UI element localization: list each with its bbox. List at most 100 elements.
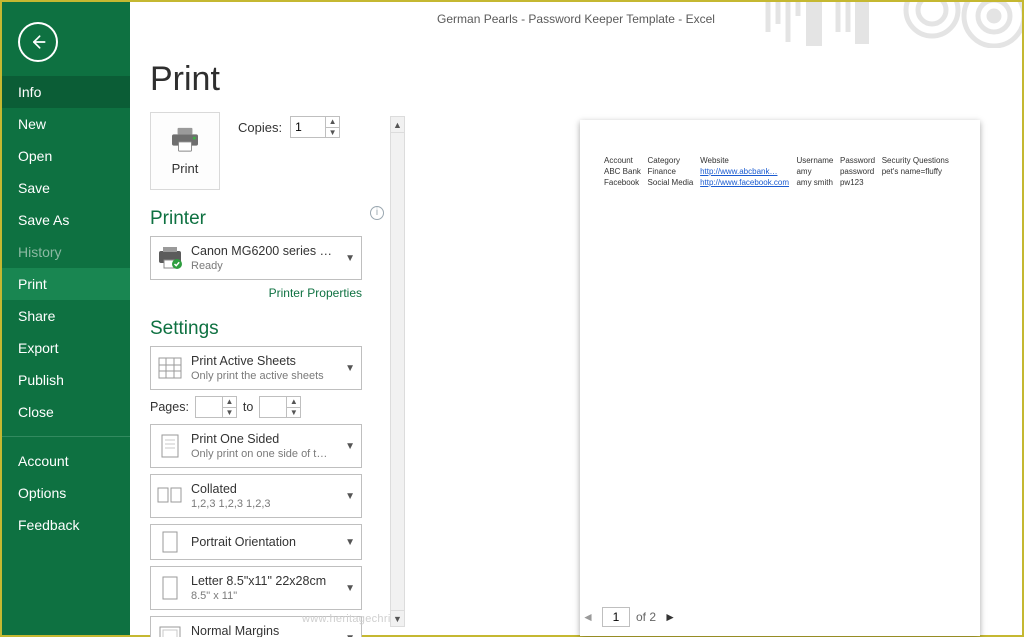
copies-up-icon[interactable]: ▲: [326, 117, 339, 128]
spin-up-icon[interactable]: ▲: [223, 397, 236, 408]
decorative-header-graphic: [762, 2, 1022, 48]
printer-dropdown[interactable]: Canon MG6200 series Printer Ready ▼: [150, 236, 362, 280]
sidebar-item-feedback[interactable]: Feedback: [2, 509, 130, 541]
page-navigator: ◄ of 2 ►: [580, 607, 678, 627]
setting-paper-title: Letter 8.5"x11" 22x28cm: [191, 574, 333, 589]
setting-collate-dropdown[interactable]: Collated 1,2,3 1,2,3 1,2,3 ▼: [150, 474, 362, 518]
table-row: ABC Bank Finance http://www.abcbank… amy…: [604, 167, 956, 178]
printer-properties-link[interactable]: Printer Properties: [150, 286, 362, 300]
col-account: Account: [604, 156, 648, 167]
sidebar-separator: [2, 436, 130, 437]
setting-paper-dropdown[interactable]: Letter 8.5"x11" 22x28cm 8.5" x 11" ▼: [150, 566, 362, 610]
setting-sided-title: Print One Sided: [191, 432, 333, 447]
sidebar-item-open[interactable]: Open: [2, 140, 130, 172]
setting-orientation-title: Portrait Orientation: [191, 535, 333, 550]
settings-heading: Settings: [150, 318, 390, 340]
portrait-icon: [157, 529, 183, 555]
chevron-down-icon: ▼: [345, 633, 355, 637]
margins-icon: [157, 625, 183, 637]
copies-down-icon[interactable]: ▼: [326, 128, 339, 138]
back-button[interactable]: [18, 22, 58, 62]
sidebar-item-save[interactable]: Save: [2, 172, 130, 204]
spin-up-icon[interactable]: ▲: [287, 397, 300, 408]
copies-row: Copies: ▲ ▼: [238, 116, 340, 138]
print-controls: Print Copies: ▲ ▼ Printer i: [150, 112, 390, 637]
printer-heading: Printer: [150, 208, 206, 230]
setting-sided-sub: Only print on one side of the…: [191, 447, 333, 461]
setting-scope-dropdown[interactable]: Print Active Sheets Only print the activ…: [150, 346, 362, 390]
sidebar-item-new[interactable]: New: [2, 108, 130, 140]
cell-link: http://www.facebook.com: [700, 178, 789, 187]
col-username: Username: [796, 156, 840, 167]
sidebar-item-options[interactable]: Options: [2, 477, 130, 509]
setting-orientation-dropdown[interactable]: Portrait Orientation ▼: [150, 524, 362, 560]
print-preview-area: www.heritagechri Account Category Websit…: [422, 62, 1014, 627]
page-single-icon: [157, 433, 183, 459]
scroll-down-icon[interactable]: ▼: [391, 610, 404, 626]
pages-to-input[interactable]: [260, 397, 286, 417]
watermark-text: www.heritagechri: [302, 613, 391, 625]
pages-from-spinner[interactable]: ▲▼: [195, 396, 237, 418]
pages-label: Pages:: [150, 400, 189, 414]
setting-margins-title: Normal Margins: [191, 624, 333, 637]
backstage-main: German Pearls - Password Keeper Template…: [130, 2, 1022, 635]
sheets-icon: [157, 355, 183, 381]
pages-range-row: Pages: ▲▼ to ▲▼: [150, 396, 390, 418]
setting-paper-sub: 8.5" x 11": [191, 589, 333, 603]
sidebar-item-print[interactable]: Print: [2, 268, 130, 300]
spin-down-icon[interactable]: ▼: [223, 408, 236, 418]
preview-table: Account Category Website Username Passwo…: [604, 156, 956, 189]
sidebar-item-saveas[interactable]: Save As: [2, 204, 130, 236]
setting-sided-dropdown[interactable]: Print One Sided Only print on one side o…: [150, 424, 362, 468]
chevron-down-icon: ▼: [345, 363, 355, 374]
paper-icon: [157, 575, 183, 601]
col-website: Website: [700, 156, 796, 167]
sidebar-item-history: History: [2, 236, 130, 268]
chevron-down-icon: ▼: [345, 441, 355, 452]
col-password: Password: [840, 156, 882, 167]
next-page-button[interactable]: ►: [662, 608, 678, 626]
preview-page: Account Category Website Username Passwo…: [580, 120, 980, 636]
chevron-down-icon: ▼: [345, 583, 355, 594]
table-row: Facebook Social Media http://www.faceboo…: [604, 178, 956, 189]
page-number-input[interactable]: [602, 607, 630, 627]
preview-sheet-content: Account Category Website Username Passwo…: [604, 156, 956, 189]
chevron-down-icon: ▼: [345, 537, 355, 548]
setting-collate-sub: 1,2,3 1,2,3 1,2,3: [191, 497, 333, 511]
setting-scope-title: Print Active Sheets: [191, 354, 333, 369]
col-category: Category: [648, 156, 701, 167]
print-button[interactable]: Print: [150, 112, 220, 190]
pages-to-label: to: [243, 400, 253, 414]
pages-to-spinner[interactable]: ▲▼: [259, 396, 301, 418]
scroll-up-icon[interactable]: ▲: [391, 117, 404, 133]
printer-info-icon[interactable]: i: [370, 206, 384, 220]
collate-icon: [157, 483, 183, 509]
app-root: Info New Open Save Save As History Print…: [0, 0, 1024, 637]
page-of-label: of 2: [636, 610, 656, 624]
back-arrow-icon: [28, 32, 48, 52]
col-security: Security Questions: [882, 156, 956, 167]
spin-down-icon[interactable]: ▼: [287, 408, 300, 418]
print-button-label: Print: [172, 161, 199, 176]
copies-spinner[interactable]: ▲ ▼: [290, 116, 340, 138]
sidebar-item-export[interactable]: Export: [2, 332, 130, 364]
backstage-sidebar: Info New Open Save Save As History Print…: [2, 2, 130, 635]
prev-page-button[interactable]: ◄: [580, 608, 596, 626]
printer-device-icon: [157, 245, 183, 271]
setting-scope-sub: Only print the active sheets: [191, 369, 333, 383]
setting-collate-title: Collated: [191, 482, 333, 497]
printer-name: Canon MG6200 series Printer: [191, 244, 333, 259]
sidebar-item-close[interactable]: Close: [2, 396, 130, 428]
sidebar-item-publish[interactable]: Publish: [2, 364, 130, 396]
sidebar-item-info[interactable]: Info: [2, 76, 130, 108]
chevron-down-icon: ▼: [345, 491, 355, 502]
sidebar-item-share[interactable]: Share: [2, 300, 130, 332]
printer-icon: [170, 127, 200, 153]
chevron-down-icon: ▼: [345, 253, 355, 264]
sidebar-item-account[interactable]: Account: [2, 445, 130, 477]
controls-scrollbar[interactable]: ▲ ▼: [390, 116, 405, 627]
printer-status: Ready: [191, 259, 333, 273]
copies-input[interactable]: [291, 117, 325, 137]
copies-label: Copies:: [238, 120, 282, 135]
pages-from-input[interactable]: [196, 397, 222, 417]
